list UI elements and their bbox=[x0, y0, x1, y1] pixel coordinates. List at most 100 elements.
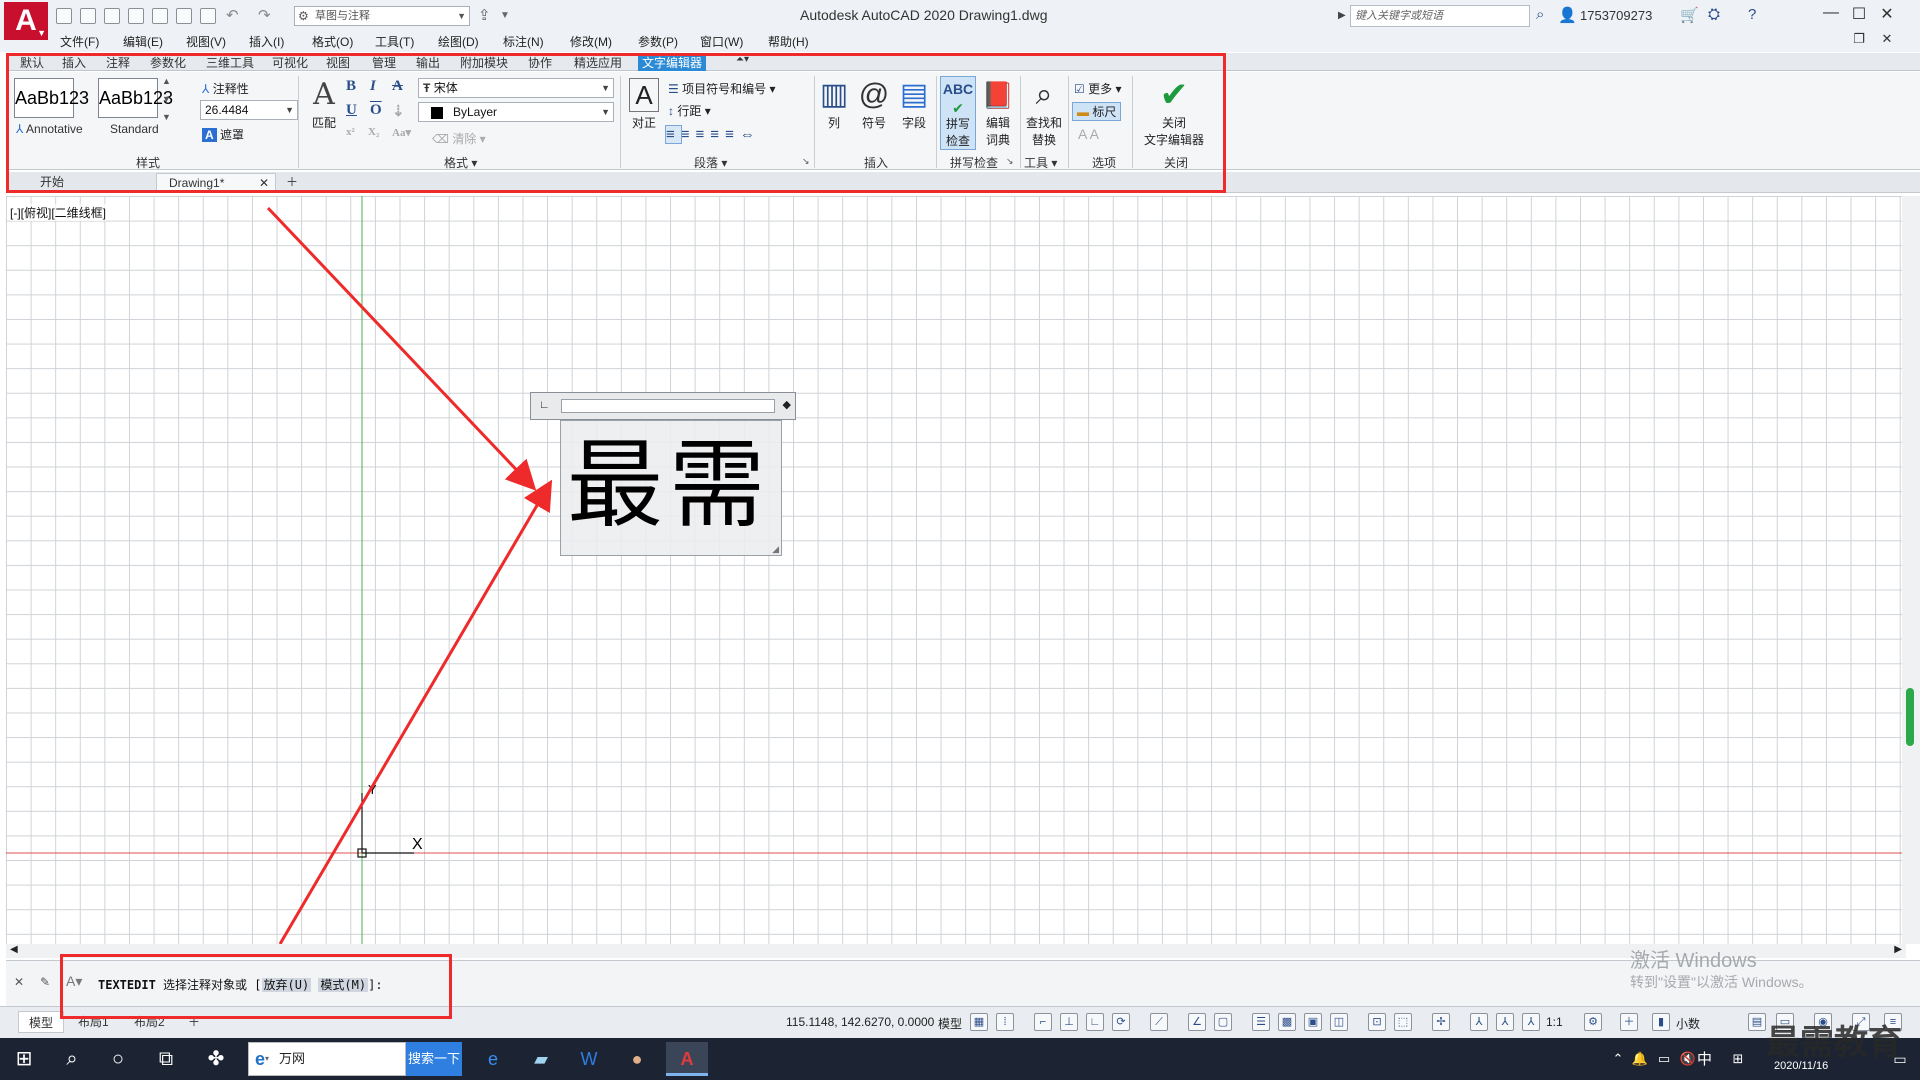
edge-icon[interactable]: e bbox=[472, 1042, 514, 1076]
browser-address-bar[interactable]: e 万网 ▾ bbox=[248, 1042, 406, 1076]
spellcheck-launcher-icon[interactable]: ↘ bbox=[1006, 156, 1014, 167]
align-distribute-icon[interactable]: ≡ bbox=[725, 126, 740, 143]
paragraph-width-icon[interactable]: ⇔ bbox=[740, 126, 761, 143]
find-replace-button[interactable]: ⌕ 查找和 替换 bbox=[1024, 76, 1064, 148]
minimize-icon[interactable]: — bbox=[1818, 4, 1844, 22]
close-text-editor-button[interactable]: ✔ 关闭 文字编辑器 bbox=[1138, 76, 1210, 148]
style-scroll-down-icon[interactable]: ▼ bbox=[162, 94, 171, 104]
units-value[interactable]: 小数 bbox=[1676, 1015, 1700, 1032]
scroll-left-icon[interactable]: ◀ bbox=[10, 944, 18, 955]
publish-icon[interactable] bbox=[152, 8, 168, 24]
menu-dimension[interactable]: 标注(N) bbox=[503, 33, 544, 50]
maximize-icon[interactable]: ☐ bbox=[1846, 4, 1872, 24]
ruler-track[interactable] bbox=[561, 399, 775, 413]
spell-check-toggle[interactable]: ABC ✔ 拼写 检查 bbox=[940, 76, 976, 150]
annotation-visibility-icon[interactable]: ⅄ bbox=[1470, 1013, 1488, 1031]
plot-icon[interactable] bbox=[176, 8, 192, 24]
workspace-dropdown[interactable]: ⚙ 草图与注释 ▼ bbox=[294, 6, 470, 26]
align-right-icon[interactable]: ≡ bbox=[696, 126, 711, 143]
dynamic-input-icon[interactable]: ⊥ bbox=[1060, 1013, 1078, 1031]
user-name[interactable]: 1753709273 bbox=[1580, 8, 1652, 23]
tab-visualize[interactable]: 可视化 bbox=[268, 54, 312, 71]
user-icon[interactable]: 👤 bbox=[1558, 6, 1577, 24]
tab-model[interactable]: 模型 bbox=[18, 1011, 65, 1033]
pinwheel-app-icon[interactable]: ✤ bbox=[200, 1044, 232, 1074]
align-center-icon[interactable]: ≡ bbox=[681, 126, 696, 143]
notes-app-icon[interactable]: ▰ bbox=[520, 1042, 562, 1076]
columns-button[interactable]: ▥ 列 bbox=[816, 76, 852, 131]
selection-filter-icon[interactable]: ⬚ bbox=[1394, 1013, 1412, 1031]
symbol-button[interactable]: @ 符号 bbox=[856, 76, 892, 131]
input-method-indicator[interactable]: 中 bbox=[1697, 1048, 1712, 1069]
share-icon[interactable]: ⇪ bbox=[478, 6, 491, 24]
new-tab-plus-icon[interactable]: ＋ bbox=[280, 173, 298, 192]
annotation-monitor-icon[interactable]: ＋ bbox=[1620, 1013, 1638, 1031]
menu-help[interactable]: 帮助(H) bbox=[768, 33, 809, 50]
tab-drawing1[interactable]: Drawing1* ✕ bbox=[156, 173, 276, 192]
object-snap-icon[interactable]: ▢ bbox=[1214, 1013, 1232, 1031]
drawing-canvas[interactable]: [-][俯视][二维线框] Y X bbox=[6, 196, 1906, 944]
ruler-width-handle-icon[interactable]: ◆ bbox=[783, 398, 791, 411]
save-as-icon[interactable] bbox=[128, 8, 144, 24]
mtext-editor-box[interactable]: 最需 ◢ bbox=[560, 420, 782, 556]
units-icon[interactable]: ▮ bbox=[1652, 1013, 1670, 1031]
text-height-field[interactable]: 26.4484 ▼ bbox=[200, 100, 298, 120]
tab-annotate[interactable]: 注释 bbox=[102, 54, 134, 71]
wps-icon[interactable]: W bbox=[568, 1042, 610, 1076]
tab-stop-icon[interactable]: ∟ bbox=[539, 399, 550, 411]
search-icon[interactable]: ⌕ bbox=[56, 1044, 88, 1074]
close-icon[interactable]: ✕ bbox=[1874, 4, 1900, 24]
command-close-icon[interactable]: ✕ bbox=[14, 975, 24, 989]
vertical-scrollbar[interactable] bbox=[1902, 196, 1920, 944]
windows-start-icon[interactable]: ⊞ bbox=[8, 1044, 40, 1074]
match-button[interactable]: A 匹配 bbox=[304, 76, 344, 131]
browser-search-button[interactable]: 搜索一下 bbox=[406, 1042, 462, 1076]
dynamic-ucs-icon[interactable]: ⊡ bbox=[1368, 1013, 1386, 1031]
image-viewer-icon[interactable]: ● bbox=[616, 1042, 658, 1076]
annotation-scale-value[interactable]: 1:1 bbox=[1546, 1015, 1563, 1029]
resize-handle-icon[interactable]: ◢ bbox=[772, 544, 779, 555]
tab-manage[interactable]: 管理 bbox=[368, 54, 400, 71]
ruler-toggle[interactable]: ▬ 标尺 bbox=[1072, 102, 1122, 121]
isometric-icon[interactable]: ⟋ bbox=[1150, 1013, 1168, 1031]
menu-tools[interactable]: 工具(T) bbox=[375, 33, 414, 50]
underline-button[interactable]: U bbox=[346, 102, 357, 119]
navigation-bar-handle[interactable] bbox=[1906, 688, 1914, 746]
annotation-scale-icon[interactable]: ⅄ bbox=[1522, 1013, 1540, 1031]
tab-3d-tools[interactable]: 三维工具 bbox=[202, 54, 258, 71]
3d-osnap-icon[interactable]: ◫ bbox=[1330, 1013, 1348, 1031]
ortho-icon[interactable]: ∟ bbox=[1086, 1013, 1104, 1031]
tab-output[interactable]: 输出 bbox=[412, 54, 444, 71]
menu-parametric[interactable]: 参数(P) bbox=[638, 33, 678, 50]
cart-icon[interactable]: 🛒 bbox=[1680, 6, 1699, 24]
bold-button[interactable]: B bbox=[346, 78, 356, 95]
object-snap-tracking-icon[interactable]: ∠ bbox=[1188, 1013, 1206, 1031]
justify-button[interactable]: A 对正 bbox=[626, 76, 662, 131]
close-doc-icon[interactable]: ✕ bbox=[1874, 31, 1900, 47]
quick-properties-icon[interactable]: ▤ bbox=[1748, 1013, 1766, 1031]
ime-mode-icon[interactable]: ⊞ bbox=[1722, 1044, 1754, 1074]
tab-insert[interactable]: 插入 bbox=[58, 54, 90, 71]
task-view-icon[interactable]: ⧉ bbox=[150, 1044, 182, 1074]
grid-icon[interactable]: ▦ bbox=[970, 1013, 988, 1031]
tab-collaborate[interactable]: 协作 bbox=[524, 54, 556, 71]
application-menu-button[interactable]: A ▼ bbox=[4, 2, 48, 40]
mtext-content[interactable]: 最需 bbox=[567, 421, 771, 549]
scroll-right-icon[interactable]: ▶ bbox=[1894, 944, 1902, 955]
polar-tracking-icon[interactable]: ⟳ bbox=[1112, 1013, 1130, 1031]
tab-addins[interactable]: 附加模块 bbox=[456, 54, 512, 71]
alignment-buttons[interactable]: ≡≡≡≡≡⇔ bbox=[665, 125, 761, 144]
menu-modify[interactable]: 修改(M) bbox=[570, 33, 612, 50]
mtext-ruler[interactable]: ∟ ◆ bbox=[530, 392, 796, 420]
style-expand-icon[interactable]: ▼ bbox=[162, 112, 171, 122]
menu-window[interactable]: 窗口(W) bbox=[700, 33, 743, 50]
autocad-taskbar-icon[interactable]: A bbox=[666, 1042, 708, 1076]
color-dropdown[interactable]: ByLayer ▼ bbox=[418, 102, 614, 122]
redo-icon[interactable]: ↷ bbox=[258, 6, 271, 24]
tab-text-editor[interactable]: 文字编辑器 bbox=[638, 54, 707, 71]
strikethrough-button[interactable]: A bbox=[392, 78, 403, 95]
binoculars-icon[interactable]: ⌕ bbox=[1536, 6, 1544, 23]
selection-cycling-icon[interactable]: ▣ bbox=[1304, 1013, 1322, 1031]
line-spacing-button[interactable]: ↕ 行距 ▾ bbox=[668, 102, 711, 119]
style-scroll-up-icon[interactable]: ▲ bbox=[162, 76, 171, 86]
